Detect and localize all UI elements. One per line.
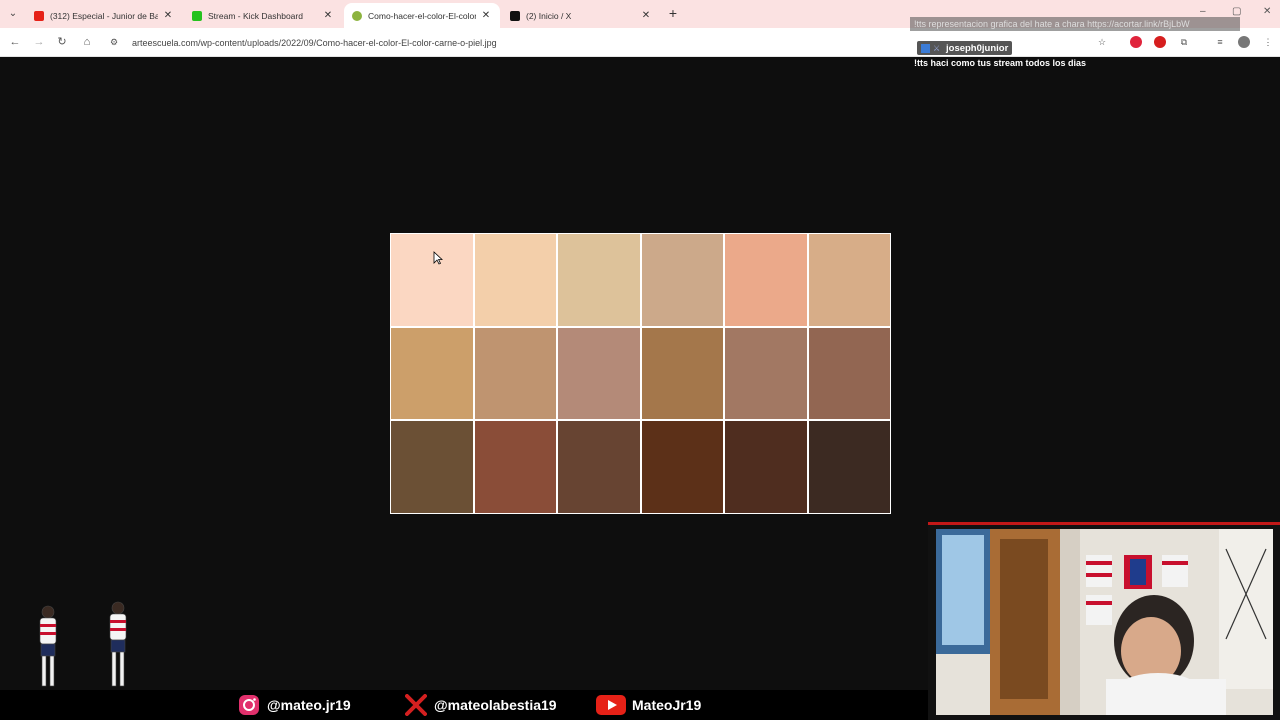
close-tab-icon[interactable]: ✕ [640, 10, 652, 21]
skin-tone-swatch [391, 327, 473, 420]
sword-badge-icon: ⚔ [933, 43, 941, 53]
skin-tone-swatch [808, 421, 890, 513]
tab-title: Stream - Kick Dashboard [208, 10, 303, 21]
close-tab-icon[interactable]: ✕ [162, 10, 174, 21]
bookmark-star-icon[interactable]: ☆ [1096, 36, 1108, 48]
skin-tone-swatch [725, 421, 807, 513]
streamer-room-image [936, 529, 1273, 715]
tab-youtube[interactable]: (312) Especial - Junior de Barra ✕ [26, 3, 182, 28]
site-info-icon[interactable]: ⚙ [110, 37, 124, 48]
x-handle-text: @mateolabestia19 [434, 697, 557, 713]
skin-tone-swatch [474, 327, 556, 420]
tab-color-image[interactable]: Como-hacer-el-color-El-color-c ✕ [344, 3, 500, 28]
back-icon[interactable]: ← [8, 35, 22, 49]
skin-tone-swatch [641, 327, 723, 420]
skin-tone-swatch [558, 234, 640, 326]
skin-tone-swatch [641, 421, 723, 513]
skin-tone-chart-image[interactable] [390, 233, 891, 514]
skin-tone-swatch [391, 234, 473, 326]
profile-avatar-icon[interactable] [1238, 36, 1250, 48]
browser-toolbar: ← → ↻ ⌂ ⚙ arteescuela.com/wp-content/upl… [0, 28, 1280, 57]
maximize-icon[interactable]: ▢ [1232, 6, 1241, 17]
youtube-favicon-icon [34, 10, 44, 21]
minimize-icon[interactable]: – [1200, 6, 1206, 17]
extension-icon[interactable] [1154, 36, 1166, 48]
youtube-icon [596, 693, 626, 717]
youtube-handle-text: MateoJr19 [632, 697, 702, 713]
arteescuela-favicon-icon [352, 10, 362, 21]
skin-tone-swatch [391, 421, 473, 513]
x-icon [404, 693, 428, 717]
close-tab-icon[interactable]: ✕ [480, 10, 492, 21]
url-text: arteescuela.com/wp-content/uploads/2022/… [132, 37, 497, 48]
skin-tone-swatch [808, 234, 890, 326]
menu-kebab-icon[interactable]: ⋮ [1262, 36, 1274, 48]
tab-title: (2) Inicio / X [526, 10, 572, 21]
reload-icon[interactable]: ↻ [55, 35, 69, 49]
new-tab-button[interactable]: + [666, 6, 680, 20]
chat-message: !tts haci como tus stream todos los dias [914, 58, 1087, 68]
chat-username: joseph0junior [946, 42, 1009, 54]
forward-icon[interactable]: → [32, 35, 46, 49]
skin-tone-swatch [725, 327, 807, 420]
skin-tone-swatch [725, 234, 807, 326]
tab-kick-dashboard[interactable]: Stream - Kick Dashboard ✕ [184, 3, 342, 28]
chat-username-badge: ⚔ joseph0junior [917, 41, 1013, 55]
skin-tone-swatch [558, 421, 640, 513]
media-controls-icon[interactable]: ≡ [1214, 36, 1226, 48]
instagram-handle-text: @mateo.jr19 [267, 697, 351, 713]
moderator-badge-icon [921, 43, 930, 53]
kick-favicon-icon [192, 10, 202, 21]
skin-tone-swatch [474, 421, 556, 513]
close-tab-icon[interactable]: ✕ [322, 10, 334, 21]
close-window-icon[interactable]: ✕ [1263, 6, 1271, 17]
skin-tone-swatch [558, 327, 640, 420]
skin-tone-swatch [474, 234, 556, 326]
home-icon[interactable]: ⌂ [80, 35, 94, 49]
tts-alert: !tts representacion grafica del hate a c… [910, 17, 1240, 31]
tab-title: (312) Especial - Junior de Barra [50, 10, 158, 21]
tab-x-home[interactable]: (2) Inicio / X ✕ [502, 3, 660, 28]
mouse-cursor-icon [433, 251, 443, 265]
webcam-feed [936, 529, 1273, 715]
skin-tone-swatch [641, 234, 723, 326]
social-bar: @mateo.jr19 @mateolabestia19 MateoJr19 [0, 690, 928, 720]
x-handle: @mateolabestia19 [404, 693, 557, 717]
tab-title: Como-hacer-el-color-El-color-c [368, 10, 476, 21]
tab-search-icon[interactable]: ⌄ [6, 7, 20, 21]
extensions-puzzle-icon[interactable]: ⧉ [1178, 36, 1190, 48]
skin-tone-swatch [808, 327, 890, 420]
instagram-handle: @mateo.jr19 [237, 693, 351, 717]
x-favicon-icon [510, 10, 520, 21]
extension-icon[interactable] [1130, 36, 1142, 48]
youtube-handle: MateoJr19 [596, 693, 701, 717]
instagram-icon [237, 693, 261, 717]
